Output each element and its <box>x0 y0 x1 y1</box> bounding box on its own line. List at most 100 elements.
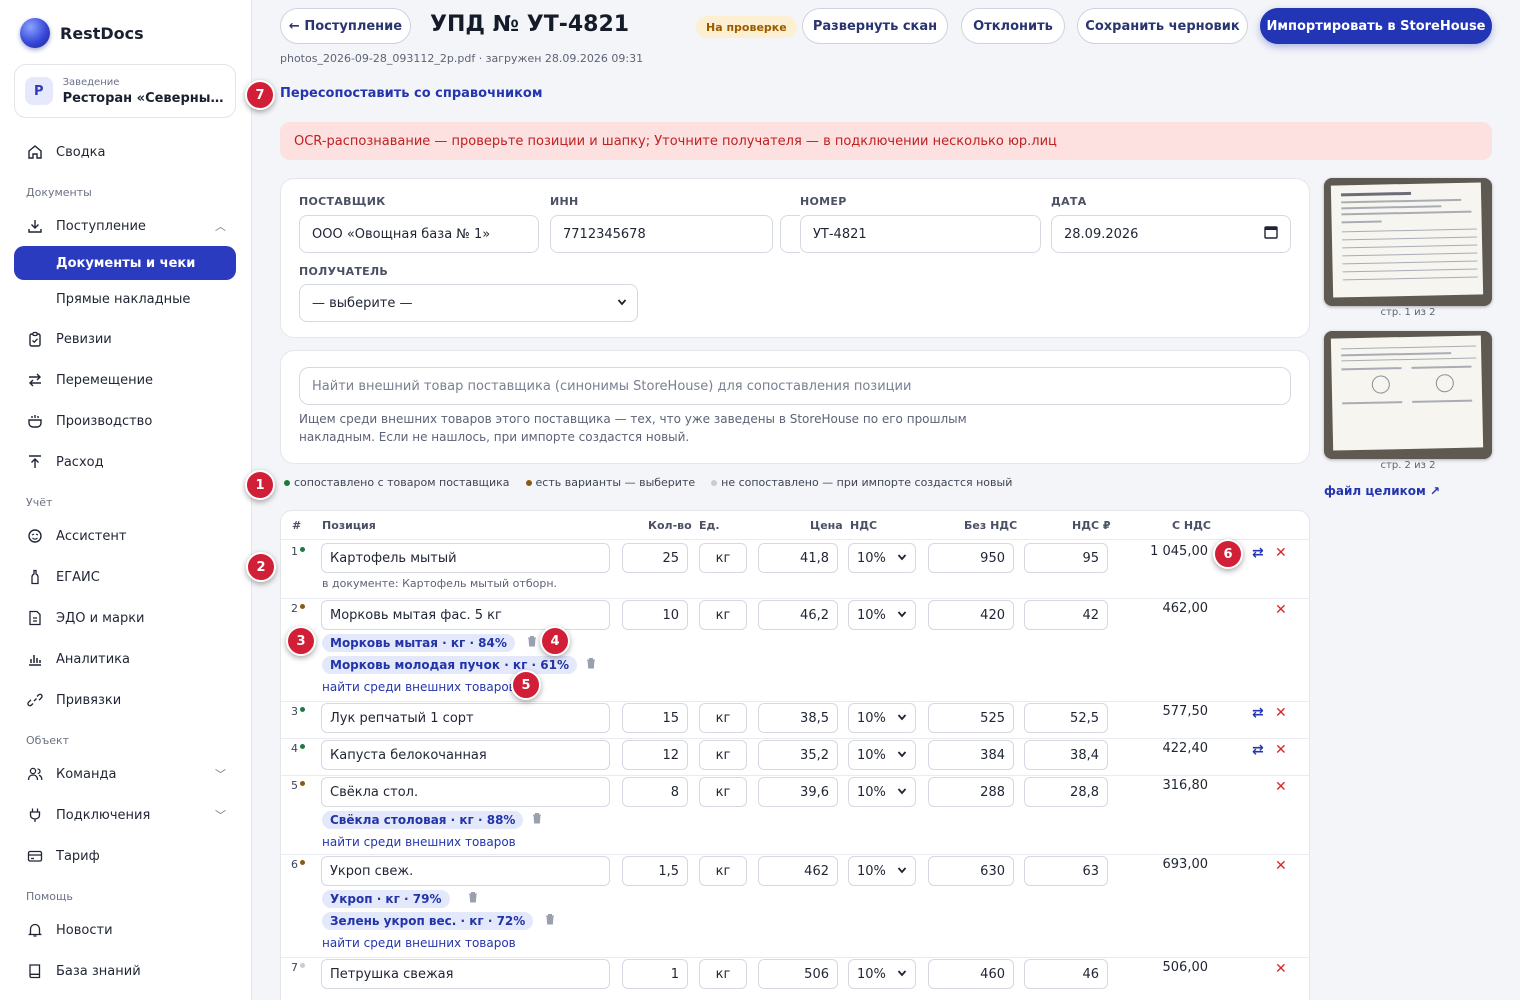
qty-input[interactable]: 12 <box>622 740 688 770</box>
no-vat-input[interactable]: 950 <box>928 543 1014 573</box>
vat-select[interactable]: 10% <box>848 543 916 573</box>
trash-icon[interactable] <box>527 635 537 650</box>
trash-icon[interactable] <box>532 812 542 827</box>
unit-input[interactable]: кг <box>699 600 747 630</box>
match-candidate-chip[interactable]: Свёкла столовая · кг · 88% <box>322 811 524 829</box>
swap-match-icon[interactable]: ⇄ <box>1252 705 1264 721</box>
scan-page-2-thumbnail[interactable] <box>1324 331 1492 459</box>
vat-rub-input[interactable]: 52,5 <box>1024 703 1108 733</box>
vat-select[interactable]: 10% <box>848 703 916 733</box>
qty-input[interactable]: 1,5 <box>622 856 688 886</box>
delete-row-icon[interactable]: ✕ <box>1275 961 1287 977</box>
vat-select[interactable]: 10% <box>848 600 916 630</box>
swap-match-icon[interactable]: ⇄ <box>1252 545 1264 561</box>
unit-input[interactable]: кг <box>699 703 747 733</box>
save-draft-button[interactable]: Сохранить черновик <box>1077 8 1248 44</box>
price-input[interactable]: 506 <box>758 959 838 989</box>
vat-select[interactable]: 10% <box>848 777 916 807</box>
date-field[interactable]: 28.09.2026 <box>1051 215 1291 253</box>
qty-input[interactable]: 15 <box>622 703 688 733</box>
find-external-product-link[interactable]: найти среди внешних товаров <box>322 936 516 950</box>
nav-news[interactable]: Новости <box>14 913 236 947</box>
scan-page-1-thumbnail[interactable] <box>1324 178 1492 306</box>
match-candidate-chip[interactable]: Морковь мытая · кг · 84% <box>322 634 515 652</box>
delete-row-icon[interactable]: ✕ <box>1275 742 1287 758</box>
price-input[interactable]: 39,6 <box>758 777 838 807</box>
nav-connections[interactable]: Подключения ﹀ <box>14 798 236 832</box>
calendar-icon[interactable] <box>1264 225 1278 243</box>
vat-rub-input[interactable]: 28,8 <box>1024 777 1108 807</box>
number-prefix-field[interactable] <box>780 215 800 253</box>
no-vat-input[interactable]: 420 <box>928 600 1014 630</box>
unit-input[interactable]: кг <box>699 777 747 807</box>
no-vat-input[interactable]: 384 <box>928 740 1014 770</box>
price-input[interactable]: 35,2 <box>758 740 838 770</box>
nav-edo[interactable]: ЭДО и марки <box>14 601 236 635</box>
nav-summary[interactable]: Сводка <box>14 135 236 169</box>
reject-button[interactable]: Отклонить <box>961 8 1065 44</box>
delete-row-icon[interactable]: ✕ <box>1275 545 1287 561</box>
unit-input[interactable]: кг <box>699 959 747 989</box>
venue-selector[interactable]: Р Заведение Ресторан «Северный двор» <box>14 64 236 118</box>
nav-egais[interactable]: ЕГАИС <box>14 560 236 594</box>
nav-direct-invoices[interactable]: Прямые накладные <box>14 282 236 316</box>
delete-row-icon[interactable]: ✕ <box>1275 858 1287 874</box>
position-name-input[interactable]: Петрушка свежая <box>321 959 610 989</box>
price-input[interactable]: 41,8 <box>758 543 838 573</box>
delete-row-icon[interactable]: ✕ <box>1275 705 1287 721</box>
position-name-input[interactable]: Свёкла стол. <box>321 777 610 807</box>
match-candidate-chip[interactable]: Морковь молодая пучок · кг · 61% <box>322 656 577 674</box>
price-input[interactable]: 462 <box>758 856 838 886</box>
position-name-input[interactable]: Лук репчатый 1 сорт <box>321 703 610 733</box>
position-name-input[interactable]: Морковь мытая фас. 5 кг <box>321 600 610 630</box>
nav-receipts[interactable]: Поступление ︿ <box>14 209 236 243</box>
import-button[interactable]: Импортировать в StoreHouse <box>1260 8 1492 44</box>
nav-revisions[interactable]: Ревизии <box>14 322 236 356</box>
qty-input[interactable]: 25 <box>622 543 688 573</box>
qty-input[interactable]: 10 <box>622 600 688 630</box>
trash-icon[interactable] <box>545 913 555 928</box>
nav-knowledge[interactable]: База знаний <box>14 954 236 988</box>
remap-link[interactable]: Пересопоставить со справочником <box>280 86 542 101</box>
full-file-link[interactable]: файл целиком ↗ <box>1324 484 1440 498</box>
delete-row-icon[interactable]: ✕ <box>1275 602 1287 618</box>
trash-icon[interactable] <box>586 657 596 672</box>
nav-assistant[interactable]: Ассистент <box>14 519 236 553</box>
qty-input[interactable]: 1 <box>622 959 688 989</box>
nav-tariff[interactable]: Тариф <box>14 839 236 873</box>
vat-rub-input[interactable]: 38,4 <box>1024 740 1108 770</box>
delete-row-icon[interactable]: ✕ <box>1275 779 1287 795</box>
vat-rub-input[interactable]: 63 <box>1024 856 1108 886</box>
vat-select[interactable]: 10% <box>848 856 916 886</box>
match-candidate-chip[interactable]: Зелень укроп вес. · кг · 72% <box>322 912 534 930</box>
unit-input[interactable]: кг <box>699 543 747 573</box>
swap-match-icon[interactable]: ⇄ <box>1252 742 1264 758</box>
nav-transfer[interactable]: Перемещение <box>14 363 236 397</box>
vat-select[interactable]: 10% <box>848 740 916 770</box>
find-external-product-link[interactable]: найти среди внешних товаров <box>322 680 516 694</box>
nav-analytics[interactable]: Аналитика <box>14 642 236 676</box>
nav-bindings[interactable]: Привязки <box>14 683 236 717</box>
vat-rub-input[interactable]: 42 <box>1024 600 1108 630</box>
find-external-product-link[interactable]: найти среди внешних товаров <box>322 835 516 849</box>
expand-scan-button[interactable]: Развернуть скан <box>802 8 948 44</box>
nav-expense[interactable]: Расход <box>14 445 236 479</box>
match-candidate-chip[interactable]: Укроп · кг · 79% <box>322 890 450 908</box>
price-input[interactable]: 38,5 <box>758 703 838 733</box>
nav-docs-checks[interactable]: Документы и чеки <box>14 246 236 280</box>
price-input[interactable]: 46,2 <box>758 600 838 630</box>
position-name-input[interactable]: Укроп свеж. <box>321 856 610 886</box>
number-field[interactable]: УТ-4821 <box>800 215 1041 253</box>
nav-production[interactable]: Производство <box>14 404 236 438</box>
vat-select[interactable]: 10% <box>848 959 916 989</box>
recipient-select[interactable]: — выберите — <box>299 284 638 322</box>
inn-field[interactable]: 7712345678 <box>550 215 773 253</box>
nav-team[interactable]: Команда ﹀ <box>14 757 236 791</box>
vat-rub-input[interactable]: 95 <box>1024 543 1108 573</box>
qty-input[interactable]: 8 <box>622 777 688 807</box>
trash-icon[interactable] <box>468 891 478 906</box>
no-vat-input[interactable]: 525 <box>928 703 1014 733</box>
brand[interactable]: RestDocs <box>20 18 144 48</box>
supplier-field[interactable]: ООО «Овощная база № 1» <box>299 215 539 253</box>
no-vat-input[interactable]: 630 <box>928 856 1014 886</box>
